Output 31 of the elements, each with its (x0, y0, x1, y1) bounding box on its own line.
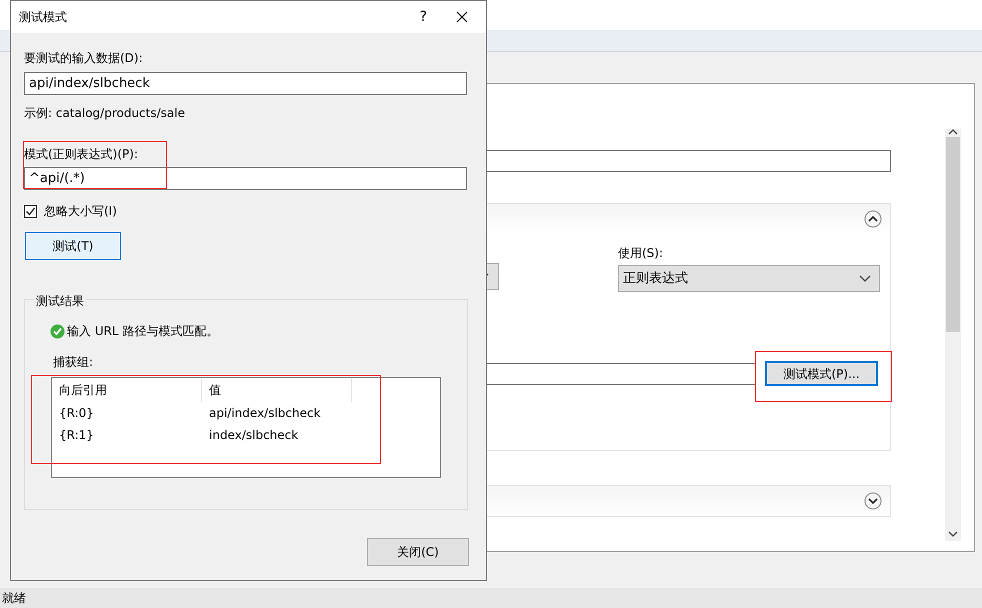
check-icon (25, 206, 36, 216)
dropdown[interactable]: 正则表达式 (618, 265, 880, 292)
scroll-down-icon[interactable] (948, 531, 958, 537)
checkbox[interactable] (24, 204, 37, 218)
input-field[interactable]: api/index/slbcheck (24, 72, 467, 95)
test-pattern-button[interactable]: 测试模式(P)... (765, 361, 878, 386)
checkbox-label: 忽略大小写(I) (44, 203, 117, 220)
table-cell-text: api/index/slbcheck (208, 405, 322, 422)
window-title: 测试模式 (19, 9, 67, 26)
expand-icon[interactable] (864, 492, 882, 510)
close-icon[interactable] (456, 11, 468, 23)
test-button[interactable]: 测试(T) (25, 232, 121, 260)
field-label: 模式(正则表达式)(P): (24, 146, 138, 163)
chevron-down-icon (859, 275, 871, 282)
field-label: 使用(S): (618, 245, 664, 262)
scrollbar[interactable] (945, 129, 961, 541)
help-button[interactable]: ? (420, 6, 427, 28)
column-header: 值 (202, 378, 352, 402)
table-cell-text: {R:1} (58, 427, 95, 444)
table-cell-text: {R:0} (58, 405, 95, 422)
table-cell-text: index/slbcheck (208, 427, 300, 444)
field-label: 捕获组: (53, 354, 94, 371)
field-label: 要测试的输入数据(D): (24, 50, 143, 67)
result-message: 输入 URL 路径与模式匹配。 (67, 323, 218, 340)
input-field[interactable]: ^api/(.*) (24, 167, 467, 190)
column-header: 向后引用 (52, 378, 202, 402)
scroll-up-icon[interactable] (948, 129, 958, 135)
close-button[interactable]: 关闭(C) (367, 538, 469, 566)
example-text: 示例: catalog/products/sale (24, 105, 185, 122)
status-text: 就绪 (2, 590, 26, 607)
collapse-icon[interactable] (864, 210, 882, 228)
